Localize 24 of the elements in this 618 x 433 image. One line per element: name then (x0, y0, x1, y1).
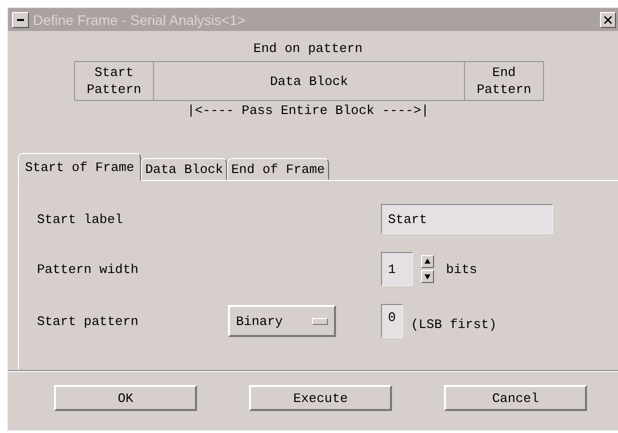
tab[interactable]: Data Block (141, 158, 228, 180)
dialog-button[interactable]: Execute (249, 385, 392, 411)
close-icon[interactable] (600, 12, 616, 28)
dialog-button[interactable]: Cancel (444, 385, 587, 411)
spin-up-icon[interactable] (421, 255, 434, 268)
pattern-width-field[interactable]: 1 (381, 252, 413, 286)
unit-label: bits (446, 262, 478, 276)
bit-order-note: (LSB first) (410, 316, 497, 332)
diagram-cell-text: Start Pattern (86, 64, 142, 99)
frame-caption: End on pattern (252, 41, 364, 56)
diagram-cell: Data Block (153, 62, 465, 100)
field-label: Pattern width (37, 262, 140, 276)
field-label: Start pattern (37, 314, 140, 328)
start-label-field[interactable]: Start (381, 204, 553, 234)
tab[interactable]: End of Frame (227, 158, 329, 180)
window-menu-button[interactable] (12, 12, 29, 28)
format-dropdown[interactable]: Binary (228, 305, 336, 337)
diagram-cell-text: End Pattern (476, 64, 532, 99)
start-pattern-field[interactable]: 0 (381, 304, 403, 338)
spin-down-icon[interactable] (421, 270, 434, 283)
span-label: |<---- Pass Entire Block ---->| (186, 103, 430, 118)
field-label: Start label (37, 212, 124, 226)
tab[interactable]: Start of Frame (18, 153, 142, 181)
dialog-button[interactable]: OK (54, 385, 197, 411)
